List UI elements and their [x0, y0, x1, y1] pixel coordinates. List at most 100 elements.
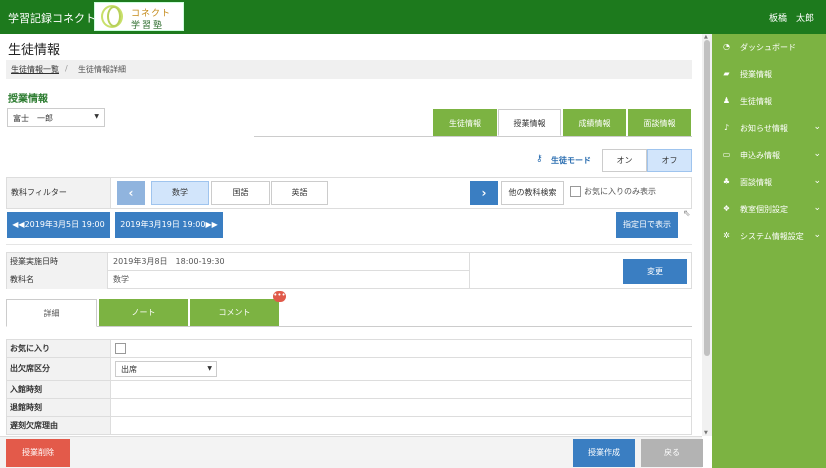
- table-row: 入館時刻: [6, 381, 692, 399]
- sidebar-item-classroom-settings[interactable]: ❖ 教室個別設定 ⌄: [712, 196, 826, 223]
- section-divider: [6, 244, 692, 245]
- sidebar-item-label: システム情報設定: [740, 232, 804, 241]
- favorites-only-label: お気に入りのみ表示: [584, 187, 656, 196]
- mouse-cursor-icon: ⇖: [683, 209, 691, 219]
- subject-button-math[interactable]: 数学: [151, 181, 209, 205]
- show-by-date-button[interactable]: 指定日で表示: [616, 212, 678, 238]
- breadcrumb: 生徒情報一覧 / 生徒情報詳細: [6, 60, 692, 79]
- other-subject-search-button[interactable]: 他の教科検索: [501, 181, 564, 205]
- prev-lesson-button[interactable]: ◀◀2019年3月5日 19:00: [7, 212, 110, 238]
- logo-ring-inner-icon: [107, 6, 121, 27]
- student-mode-off-button[interactable]: オフ: [647, 149, 692, 172]
- sidebar-item-label: 申込み情報: [740, 151, 780, 160]
- sidebar-item-system-settings[interactable]: ✲ システム情報設定 ⌄: [712, 223, 826, 250]
- breadcrumb-separator: /: [65, 64, 68, 73]
- filter-next-button[interactable]: ›: [470, 181, 498, 205]
- table-row: 授業実施日時 2019年3月8日 18:00-19:30: [7, 253, 469, 271]
- subject-filter-label: 教科フィルター: [7, 178, 111, 208]
- lesson-datetime-value: 2019年3月8日 18:00-19:30: [113, 257, 225, 266]
- delete-lesson-button[interactable]: 授業削除: [6, 439, 70, 467]
- student-select[interactable]: 富士 一郎 ▼: [7, 108, 105, 127]
- tab-details[interactable]: 詳細: [6, 299, 97, 327]
- late-absence-reason-label: 遅刻欠席理由: [7, 417, 111, 434]
- favorite-checkbox[interactable]: [115, 343, 126, 354]
- sidebar-item-dashboard[interactable]: ◔ ダッシュボード: [712, 34, 826, 61]
- sidebar-item-label: 面談情報: [740, 178, 772, 187]
- sidebar-item-interviews[interactable]: ♣ 面談情報 ⌄: [712, 169, 826, 196]
- sub-tab-divider: [97, 326, 692, 327]
- bell-icon: ♪: [723, 123, 730, 132]
- table-row: 出欠席区分 出席 ▼: [6, 358, 692, 381]
- chevron-down-icon: ⌄: [813, 203, 821, 213]
- cubes-icon: ❖: [722, 204, 731, 213]
- users-icon: ♣: [722, 177, 731, 186]
- card-icon: ▭: [722, 150, 731, 159]
- logo[interactable]: コネクト 学習塾: [94, 2, 184, 31]
- section-title: 授業情報: [8, 94, 48, 105]
- favorites-only-checkbox[interactable]: [570, 186, 581, 197]
- tab-notes[interactable]: ノート: [99, 299, 188, 327]
- lesson-info-table: 授業実施日時 2019年3月8日 18:00-19:30 教科名 数学: [6, 252, 692, 289]
- key-icon: ⚷: [536, 154, 543, 164]
- tab-interview-info[interactable]: 面談情報: [628, 109, 691, 136]
- student-mode-on-button[interactable]: オン: [602, 149, 647, 172]
- chevron-down-icon: ⌄: [813, 230, 821, 240]
- breadcrumb-link-student-list[interactable]: 生徒情報一覧: [11, 64, 59, 75]
- top-bar: 学習記録コネクト コネクト 学習塾 板橋 太郎: [0, 0, 826, 34]
- attendance-select-value: 出席: [121, 365, 137, 374]
- sidebar-item-notices[interactable]: ♪ お知らせ情報 ⌄: [712, 115, 826, 142]
- tab-divider: [254, 136, 692, 137]
- create-lesson-button[interactable]: 授業作成: [573, 439, 635, 467]
- student-mode-label: 生徒モード: [551, 156, 591, 165]
- scroll-down-icon[interactable]: ▼: [704, 430, 708, 436]
- subject-name-label: 教科名: [7, 271, 108, 289]
- next-lesson-button[interactable]: 2019年3月19日 19:00▶▶: [115, 212, 223, 238]
- breadcrumb-current: 生徒情報詳細: [78, 65, 126, 74]
- dashboard-icon: ◔: [723, 42, 730, 51]
- subject-filter-row: 教科フィルター ‹ 数学 国語 英語 › 他の教科検索 お気に入りのみ表示: [6, 177, 692, 209]
- tab-lesson-info[interactable]: 授業情報: [498, 109, 561, 136]
- chevron-down-icon: ⌄: [813, 149, 821, 159]
- sidebar-item-applications[interactable]: ▭ 申込み情報 ⌄: [712, 142, 826, 169]
- student-select-value: 富士 一郎: [13, 114, 53, 123]
- sidebar-item-label: お知らせ情報: [740, 124, 788, 133]
- attendance-select[interactable]: 出席 ▼: [115, 361, 217, 377]
- comment-badge: •••: [273, 291, 286, 302]
- filter-prev-button[interactable]: ‹: [117, 181, 145, 205]
- scrollbar[interactable]: ▲ ▼: [702, 34, 712, 436]
- page-title: 生徒情報: [8, 43, 61, 58]
- sidebar-item-label: 生徒情報: [740, 97, 772, 106]
- gear-icon: ✲: [723, 231, 730, 240]
- tab-comments[interactable]: コメント: [190, 299, 279, 327]
- chevron-down-icon: ⌄: [813, 122, 821, 132]
- table-row: お気に入り: [6, 340, 692, 358]
- chevron-left-icon: ‹: [128, 186, 134, 200]
- table-row: 退館時刻: [6, 399, 692, 417]
- scroll-thumb[interactable]: [704, 40, 710, 356]
- chevron-down-icon: ⌄: [813, 176, 821, 186]
- table-divider: [469, 253, 470, 288]
- tab-grade-info[interactable]: 成績情報: [563, 109, 626, 136]
- book-icon: ▰: [723, 69, 730, 78]
- change-button[interactable]: 変更: [623, 259, 687, 284]
- sidebar-item-label: ダッシュボード: [740, 43, 796, 52]
- user-name[interactable]: 板橋 太郎: [769, 11, 814, 24]
- lesson-datetime-label: 授業実施日時: [7, 253, 108, 271]
- sidebar-item-lessons[interactable]: ▰ 授業情報: [712, 61, 826, 88]
- sidebar-item-label: 授業情報: [740, 70, 772, 79]
- table-row: 教科名 数学: [7, 271, 469, 289]
- chevron-down-icon: ▼: [94, 113, 99, 120]
- logo-text-bottom: 学習塾: [131, 21, 165, 31]
- sidebar: ◔ ダッシュボード ▰ 授業情報 ♟ 生徒情報 ♪ お知らせ情報 ⌄ ▭ 申込み…: [712, 34, 826, 468]
- chevron-down-icon: ▼: [207, 365, 212, 372]
- app-title: 学習記録コネクト: [8, 12, 96, 25]
- table-row: 遅刻欠席理由: [6, 417, 692, 435]
- chevron-right-icon: ›: [481, 186, 487, 200]
- sidebar-item-students[interactable]: ♟ 生徒情報: [712, 88, 826, 115]
- subject-button-japanese[interactable]: 国語: [211, 181, 270, 205]
- back-button[interactable]: 戻る: [641, 439, 703, 467]
- tab-student-info[interactable]: 生徒情報: [433, 109, 497, 136]
- user-icon: ♟: [722, 96, 731, 105]
- exit-time-label: 退館時刻: [7, 399, 111, 416]
- subject-button-english[interactable]: 英語: [271, 181, 328, 205]
